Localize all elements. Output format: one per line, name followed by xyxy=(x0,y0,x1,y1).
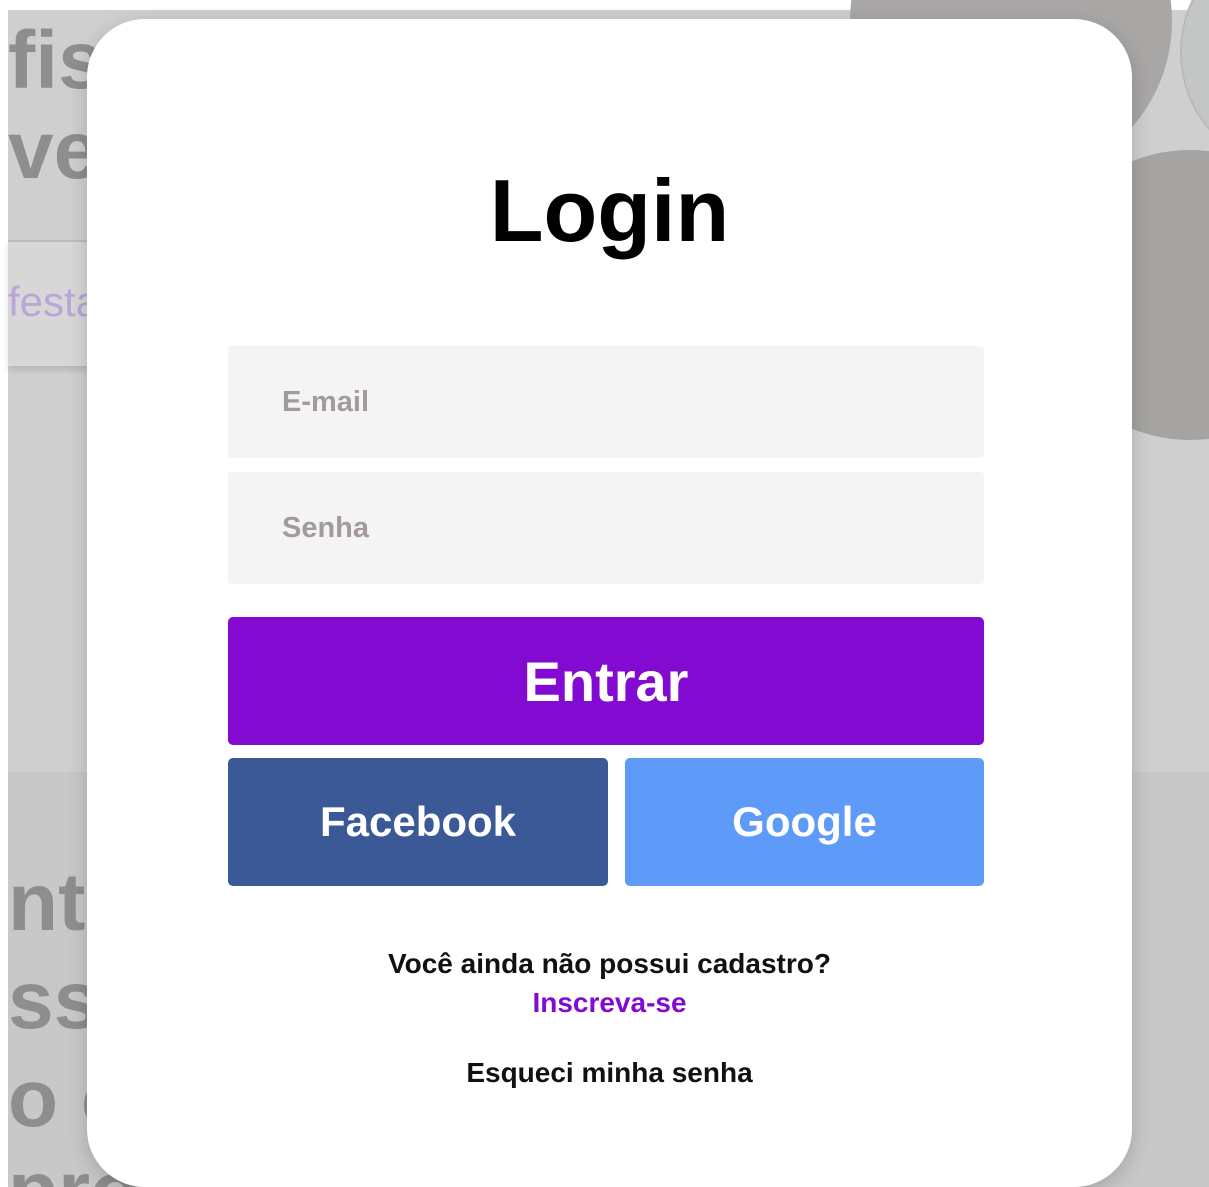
signup-link[interactable]: Inscreva-se xyxy=(87,987,1132,1019)
background-section-line-2: ss xyxy=(8,955,100,1046)
background-left-edge xyxy=(0,0,8,1187)
email-input[interactable] xyxy=(228,346,984,458)
forgot-password-link[interactable]: Esqueci minha senha xyxy=(87,1057,1132,1089)
signup-prompt: Você ainda não possui cadastro? xyxy=(388,948,831,979)
background-search-placeholder: festa xyxy=(8,278,100,325)
password-input[interactable] xyxy=(228,472,984,584)
facebook-login-button[interactable]: Facebook xyxy=(228,758,608,886)
login-title: Login xyxy=(489,161,730,260)
login-modal: Login Entrar Facebook Google Você ainda … xyxy=(87,19,1132,1187)
enter-button[interactable]: Entrar xyxy=(228,617,984,745)
background-avatar-circle xyxy=(1180,0,1209,164)
google-login-button[interactable]: Google xyxy=(625,758,984,886)
